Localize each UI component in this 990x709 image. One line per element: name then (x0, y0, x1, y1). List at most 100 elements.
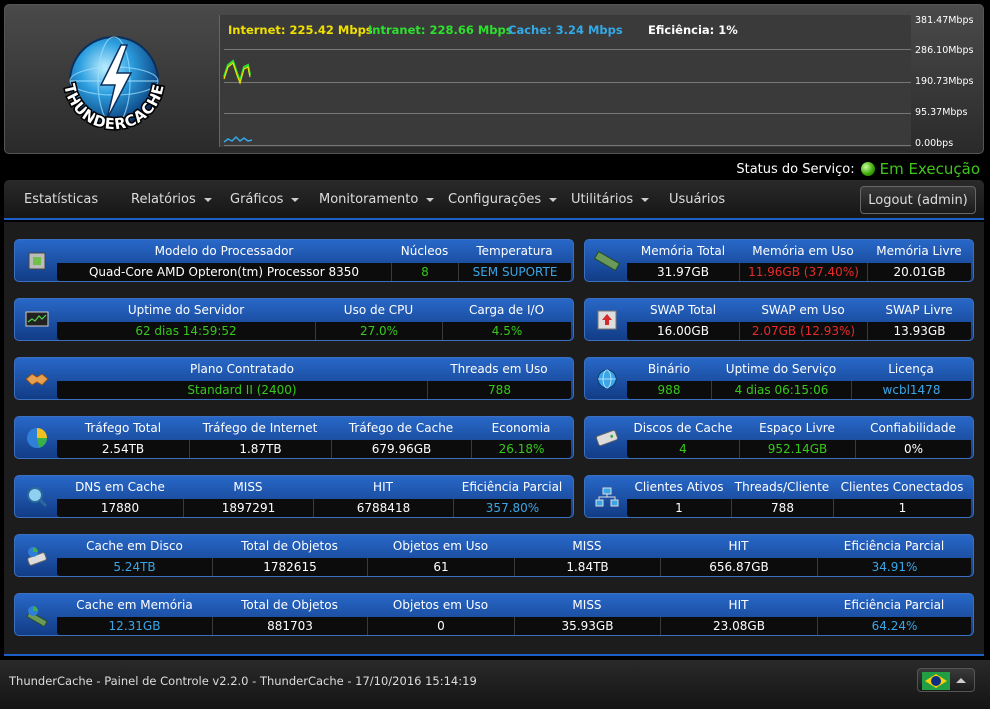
caret-down-icon (549, 197, 558, 202)
logout-button[interactable]: Logout (admin) (860, 186, 976, 214)
header-cell: Eficiência Parcial (843, 539, 945, 553)
value-cell: 0% (855, 440, 971, 458)
y-tick: 286.10Mbps (915, 45, 974, 56)
value-cell: 12.31GB (108, 619, 161, 633)
nav-label: Monitoramento (319, 192, 419, 207)
panel-uptime: Uptime do Servidor Uso de CPU Carga de I… (14, 298, 574, 341)
service-status: Status do Serviço: Em Execução (736, 159, 980, 179)
value-cell: 656.87GB (660, 558, 817, 576)
header-cell: HIT (728, 598, 749, 612)
header-cell: Objetos em Uso (392, 598, 489, 612)
value-cell: 788 (731, 499, 833, 517)
header-cell: Modelo do Processador (154, 244, 294, 258)
nav-estatisticas[interactable]: Estatísticas (24, 192, 98, 207)
header-cell: Uptime do Serviço (725, 362, 837, 376)
header-cell: Total de Objetos (241, 598, 338, 612)
memory-module-icon (587, 242, 627, 280)
legend-intranet: Intranet: 228.66 Mbps (368, 23, 513, 37)
header-cell: Tráfego de Internet (202, 421, 318, 435)
cache-line (223, 135, 253, 143)
globe-icon (587, 360, 627, 398)
value-cell: 357.80% (453, 499, 571, 517)
graph-y-axis: 381.47Mbps 286.10Mbps 190.73Mbps 95.37Mb… (911, 13, 987, 153)
value-cell: 34.91% (817, 558, 971, 576)
nav-configuracoes[interactable]: Configurações (448, 192, 558, 207)
value-cell: 881703 (212, 617, 367, 635)
memory-chart-icon (17, 596, 57, 634)
header-cell: Total de Objetos (241, 539, 338, 553)
header-cell: Threads/Cliente (734, 480, 830, 494)
header-cell: MISS (233, 480, 263, 494)
disk-chart-icon (17, 537, 57, 575)
value-cell: Quad-Core AMD Opteron(tm) Processor 8350 (88, 265, 360, 279)
service-status-label: Status do Serviço: (736, 161, 855, 177)
swap-icon (587, 301, 627, 339)
value-cell: 4 dias 06:15:06 (711, 381, 851, 399)
language-selector[interactable] (917, 668, 975, 692)
value-cell: 62 dias 14:59:52 (135, 324, 237, 338)
monitor-icon (17, 301, 57, 339)
nav-relatorios[interactable]: Relatórios (131, 192, 212, 207)
cpu-chip-icon (17, 242, 57, 280)
value-cell: 35.93GB (514, 617, 660, 635)
nav-label: Utilitários (571, 192, 634, 207)
panel-swap: SWAP Total SWAP em Uso SWAP Livre 16.00G… (584, 298, 974, 341)
value-cell: 20.01GB (867, 263, 971, 281)
value-cell: 1897291 (183, 499, 313, 517)
value-cell: 952.14GB (739, 440, 855, 458)
value-cell: 1 (833, 499, 971, 517)
header-cell: Threads em Uso (450, 362, 548, 376)
thundercache-logo: THUNDERCACHE (49, 19, 179, 149)
panel-disks: Discos de Cache Espaço Livre Confiabilid… (584, 416, 974, 459)
bandwidth-graph: Internet: 225.42 Mbps Intranet: 228.66 M… (219, 15, 911, 147)
legend-internet: Internet: 225.42 Mbps (228, 23, 373, 37)
header-cell: Clientes Conectados (840, 480, 964, 494)
value-cell: 8 (391, 263, 458, 281)
panel-plan: Plano Contratado Threads em Uso Standard… (14, 357, 574, 400)
header-cell: Objetos em Uso (392, 539, 489, 553)
panel-traffic: Tráfego Total Tráfego de Internet Tráfeg… (14, 416, 574, 459)
header-cell: Binário (647, 362, 691, 376)
header-cell: DNS em Cache (75, 480, 165, 494)
header-cell: Confiabilidade (870, 421, 956, 435)
header-cell: Memória Total (640, 244, 726, 258)
nav-graficos[interactable]: Gráficos (230, 192, 300, 207)
y-tick: 0.00bps (915, 138, 954, 149)
header-cell: Cache em Disco (86, 539, 183, 553)
nav-monitoramento[interactable]: Monitoramento (319, 192, 435, 207)
nav-label: Gráficos (230, 192, 284, 207)
header-cell: Cache em Memória (76, 598, 193, 612)
nav-usuarios[interactable]: Usuários (669, 192, 725, 207)
value-cell: 0 (367, 617, 514, 635)
header-cell: Economia (491, 421, 551, 435)
value-cell: 61 (367, 558, 514, 576)
y-tick: 190.73Mbps (915, 76, 974, 87)
value-cell: 31.97GB (657, 265, 709, 279)
value-cell: 26.18% (471, 440, 571, 458)
panel-dns: DNS em Cache MISS HIT Eficiência Parcial… (14, 475, 574, 518)
header-cell: Temperatura (476, 244, 553, 258)
value-cell: 23.08GB (660, 617, 817, 635)
caret-up-icon (956, 678, 966, 683)
network-icon (587, 478, 627, 516)
header-cell: Plano Contratado (189, 362, 295, 376)
hard-disk-icon (587, 419, 627, 457)
header-cell: SWAP em Uso (761, 303, 845, 317)
header-cell: Uso de CPU (343, 303, 414, 317)
header-cell: MISS (572, 539, 602, 553)
service-status-value: Em Execução (879, 160, 980, 178)
caret-down-icon (641, 197, 650, 202)
value-cell: 1.84TB (514, 558, 660, 576)
header-cell: Núcleos (400, 244, 449, 258)
nav-utilitarios[interactable]: Utilitários (571, 192, 650, 207)
header-cell: Clientes Ativos (634, 480, 724, 494)
value-cell: 16.00GB (657, 324, 709, 338)
footer: ThunderCache - Painel de Controle v2.2.0… (0, 660, 990, 709)
nav-label: Estatísticas (24, 192, 99, 207)
nav-label: Configurações (448, 192, 542, 207)
value-cell: Standard II (2400) (187, 383, 297, 397)
header-cell: Memória em Uso (752, 244, 854, 258)
dns-search-icon (17, 478, 57, 516)
value-cell: wcbl1478 (851, 381, 971, 399)
brazil-flag-icon (922, 672, 950, 690)
